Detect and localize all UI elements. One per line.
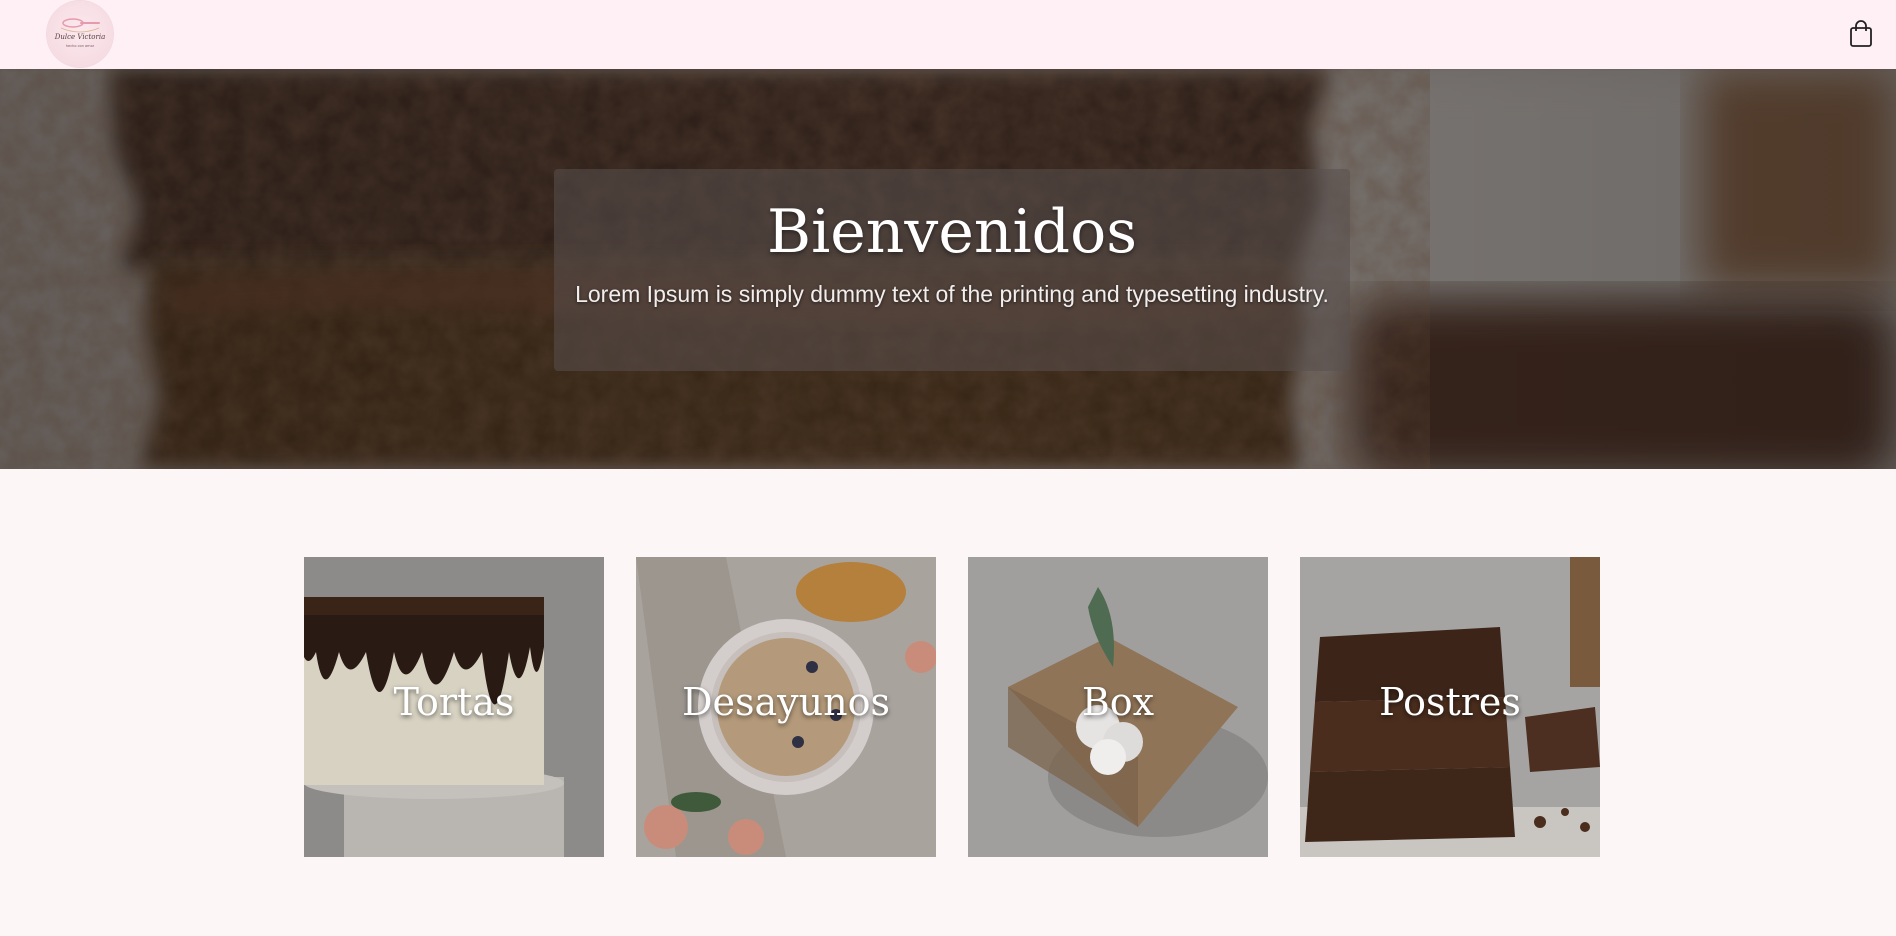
category-label: Box [1081,680,1155,724]
category-grid: Tortas Desayunos Box Postres [304,557,1600,857]
logo[interactable]: Dulce Victoria hecho con amor [47,1,113,67]
logo-text: Dulce Victoria [54,33,106,41]
category-card-postres[interactable]: Postres [1300,557,1600,857]
shopping-bag-icon[interactable] [1848,20,1874,48]
category-card-box[interactable]: Box [968,557,1268,857]
category-card-desayunos[interactable]: Desayunos [636,557,936,857]
category-label: Desayunos [682,680,890,724]
hero-title: Bienvenidos [767,197,1137,267]
hero-subtitle: Lorem Ipsum is simply dummy text of the … [575,281,1329,307]
category-label: Tortas [393,680,515,724]
category-card-tortas[interactable]: Tortas [304,557,604,857]
category-label: Postres [1379,680,1521,724]
navbar: Dulce Victoria hecho con amor [0,0,1896,69]
logo-tagline: hecho con amor [65,44,95,48]
hero-overlay: Bienvenidos Lorem Ipsum is simply dummy … [554,169,1350,371]
hero-banner: Bienvenidos Lorem Ipsum is simply dummy … [0,69,1896,469]
